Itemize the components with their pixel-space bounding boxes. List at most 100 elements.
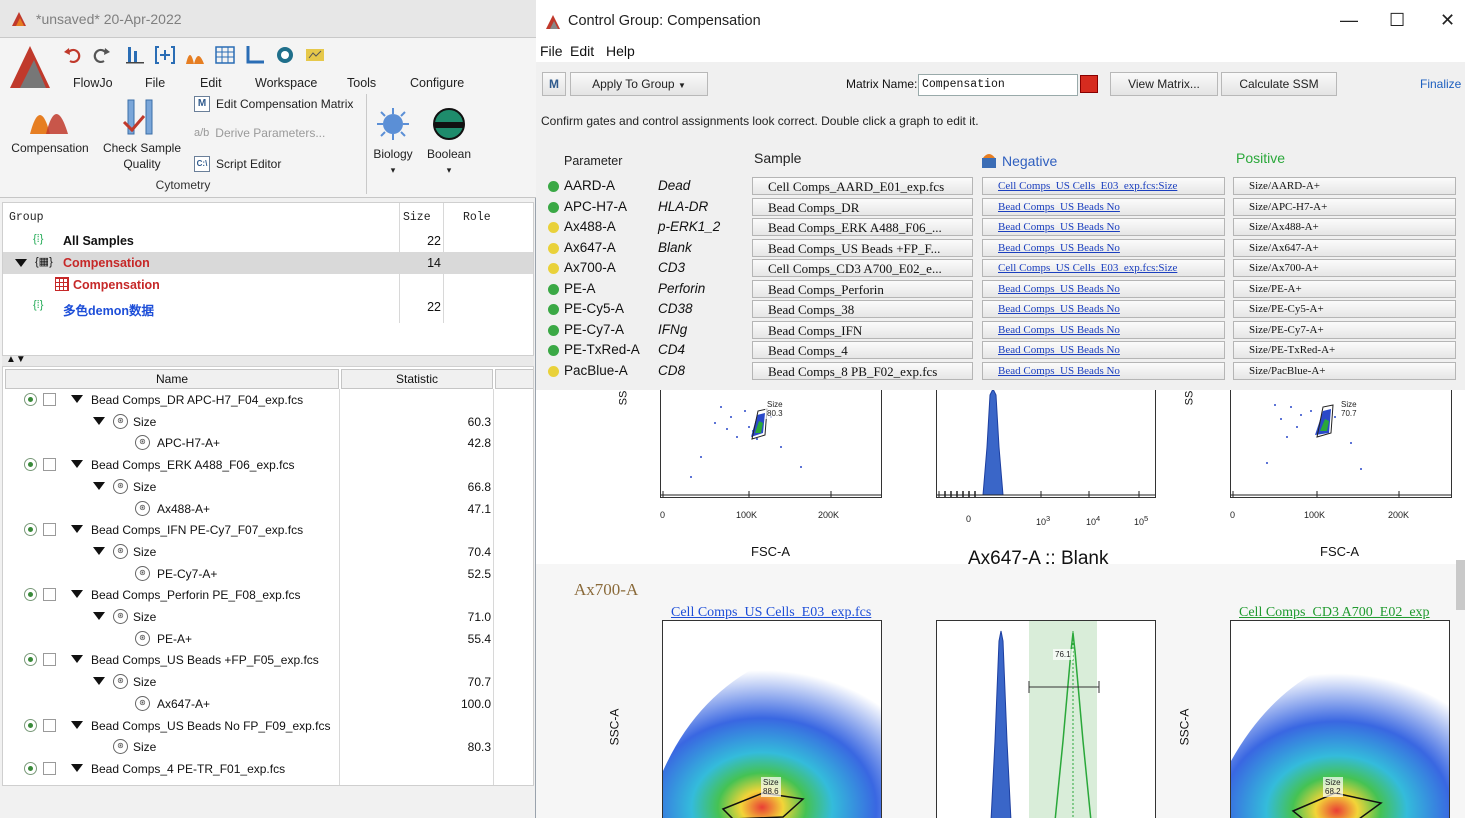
sample-row[interactable]: Bead Comps_4 PE-TR_F01_exp.fcs (3, 758, 533, 780)
sample-select-radio[interactable] (24, 588, 37, 602)
positive-dropdown[interactable]: Size/Ax647-A+ (1233, 238, 1456, 257)
expand-triangle-icon[interactable] (71, 720, 83, 729)
statistic-column-header[interactable]: Statistic (341, 369, 493, 389)
sample-select-radio[interactable] (24, 761, 37, 775)
gate-row[interactable]: ⊛ Size 71.0 (3, 606, 533, 628)
positive-dropdown[interactable]: Size/PacBlue-A+ (1233, 361, 1456, 380)
row1-center-histogram[interactable] (936, 390, 1156, 498)
matrix-button[interactable]: M (542, 72, 566, 96)
matrix-name-input[interactable]: Compensation (918, 74, 1078, 96)
menu-workspace[interactable]: Workspace (255, 76, 317, 90)
expand-triangle-icon[interactable] (15, 259, 27, 267)
sample-select-radio[interactable] (24, 393, 37, 406)
gate-row[interactable]: ⊛ Size 70.7 (3, 671, 533, 693)
group-column-header[interactable]: Group (9, 211, 44, 224)
row2-left-sample-link[interactable]: Cell Comps_US Cells_E03_exp.fcs (671, 605, 871, 621)
sample-row[interactable]: Bead Comps_US Beads No FP_F09_exp.fcs (3, 715, 533, 737)
boolean-button[interactable]: Boolean ▾ (422, 106, 476, 178)
negative-dropdown[interactable]: Bead Comps_US Beads No (982, 320, 1225, 339)
report-tool-icon[interactable] (304, 44, 326, 66)
row2-left-dotplot[interactable]: Size 88.6 (662, 620, 882, 818)
sample-select-radio[interactable] (24, 523, 37, 537)
sample-checkbox[interactable] (43, 393, 56, 406)
edit-compensation-matrix-button[interactable]: M Edit Compensation Matrix (194, 96, 353, 112)
sample-dropdown[interactable]: Bead Comps_ERK A488_F06_... (752, 218, 973, 236)
cg-menu-file[interactable]: File (540, 43, 563, 59)
subgate-row[interactable]: ⊛ APC-H7-A+ 42.8 (3, 432, 533, 454)
sample-select-radio[interactable] (24, 458, 37, 472)
calculate-ssm-button[interactable]: Calculate SSM (1221, 72, 1337, 96)
flowjo-app-menu-icon[interactable] (6, 42, 54, 92)
role-column-header[interactable]: Role (463, 211, 491, 224)
sample-checkbox[interactable] (43, 523, 56, 537)
expand-triangle-icon[interactable] (71, 460, 83, 469)
sample-dropdown[interactable]: Bead Comps_US Beads +FP_F... (752, 238, 973, 257)
sample-row[interactable]: Bead Comps_Perforin PE_F08_exp.fcs (3, 584, 533, 606)
sample-dropdown[interactable]: Bead Comps_Perforin (752, 279, 973, 298)
apply-to-group-button[interactable]: Apply To Group ▼ (570, 72, 708, 96)
menu-edit[interactable]: Edit (200, 76, 222, 90)
positive-dropdown[interactable]: Size/PE-A+ (1233, 279, 1456, 298)
redo-icon[interactable] (90, 44, 112, 66)
extra-column-header[interactable] (495, 369, 533, 389)
group-row-compensation-matrix[interactable]: Compensation (3, 274, 533, 296)
compensation-ribbon-button[interactable]: Compensation (6, 96, 94, 156)
expand-triangle-icon[interactable] (71, 763, 83, 772)
subgate-row[interactable]: ⊛ PE-Cy7-A+ 52.5 (3, 563, 533, 585)
positive-dropdown[interactable]: Size/Ax700-A+ (1233, 259, 1456, 277)
positive-dropdown[interactable]: Size/AARD-A+ (1233, 177, 1456, 195)
negative-dropdown[interactable]: Bead Comps_US Beads No (982, 341, 1225, 359)
view-matrix-button[interactable]: View Matrix... (1110, 72, 1218, 96)
maximize-icon[interactable]: ☐ (1389, 10, 1405, 31)
menu-flowjo[interactable]: FlowJo (73, 76, 113, 90)
sample-checkbox[interactable] (43, 718, 56, 732)
layout-tool-icon[interactable] (124, 44, 146, 66)
subgate-row[interactable]: ⊛ PE-A+ 55.4 (3, 628, 533, 650)
sample-select-radio[interactable] (24, 653, 37, 667)
expand-triangle-icon[interactable] (93, 481, 105, 490)
positive-dropdown[interactable]: Size/APC-H7-A+ (1233, 197, 1456, 216)
close-icon[interactable]: ✕ (1440, 10, 1455, 31)
group-row-all-samples[interactable]: {⁞} All Samples 22 (3, 230, 533, 252)
sample-dropdown[interactable]: Bead Comps_IFN (752, 320, 973, 339)
negative-dropdown[interactable]: Bead Comps_US Beads No (982, 197, 1225, 216)
negative-dropdown[interactable]: Bead Comps_US Beads No (982, 238, 1225, 257)
subgate-row[interactable]: ⊛ Ax488-A+ 47.1 (3, 498, 533, 520)
sample-dropdown[interactable]: Bead Comps_DR (752, 197, 973, 216)
derive-parameters-button[interactable]: a/b Derive Parameters... (194, 126, 325, 140)
gate-row[interactable]: ⊛ Size 70.4 (3, 541, 533, 563)
sample-row[interactable]: Bead Comps_US Beads +FP_F05_exp.fcs (3, 649, 533, 671)
expand-triangle-icon[interactable] (93, 546, 105, 555)
positive-dropdown[interactable]: Size/PE-Cy5-A+ (1233, 300, 1456, 318)
row2-right-dotplot[interactable]: Size 68.2 (1230, 620, 1450, 818)
expand-triangle-icon[interactable] (71, 655, 83, 664)
gate-row[interactable]: ⊛ Size 60.3 (3, 411, 533, 433)
cg-menu-help[interactable]: Help (606, 43, 635, 59)
gate-row[interactable]: ⊛ Size 66.8 (3, 476, 533, 498)
sample-dropdown[interactable]: Cell Comps_AARD_E01_exp.fcs (752, 177, 973, 195)
sample-dropdown[interactable]: Bead Comps_38 (752, 300, 973, 318)
row2-right-sample-link[interactable]: Cell Comps_CD3 A700_E02_exp (1239, 605, 1430, 621)
sample-checkbox[interactable] (43, 458, 56, 472)
gate-bracket-icon[interactable] (154, 44, 176, 66)
plots-scrollbar[interactable] (1456, 560, 1465, 610)
expand-triangle-icon[interactable] (93, 416, 105, 425)
name-column-header[interactable]: Name (5, 369, 339, 389)
expand-triangle-icon[interactable] (93, 612, 105, 620)
finalize-link[interactable]: Finalize (1420, 77, 1461, 91)
sample-select-radio[interactable] (24, 718, 37, 732)
sample-row[interactable]: Bead Comps_ERK A488_F06_exp.fcs (3, 454, 533, 476)
splitter-arrows-icon[interactable]: ▲▼ (6, 354, 26, 365)
sample-row[interactable]: Bead Comps_DR APC-H7_F04_exp.fcs (3, 389, 533, 411)
negative-dropdown[interactable]: Bead Comps_US Beads No (982, 361, 1225, 380)
sample-checkbox[interactable] (43, 761, 56, 775)
gate-row[interactable]: ⊛ Size 80.3 (3, 736, 533, 758)
biology-button[interactable]: Biology ▾ (368, 106, 418, 178)
negative-dropdown[interactable]: Bead Comps_US Beads No (982, 279, 1225, 298)
positive-dropdown[interactable]: Size/PE-Cy7-A+ (1233, 320, 1456, 339)
group-row-multicolor-demo[interactable]: {⁞} 多色demon数据 22 (3, 296, 533, 318)
check-sample-quality-button[interactable]: Check Sample Quality (98, 96, 186, 172)
sample-dropdown[interactable]: Bead Comps_8 PB_F02_exp.fcs (752, 361, 973, 380)
menu-tools[interactable]: Tools (347, 76, 376, 90)
axis-tool-icon[interactable] (244, 44, 266, 66)
